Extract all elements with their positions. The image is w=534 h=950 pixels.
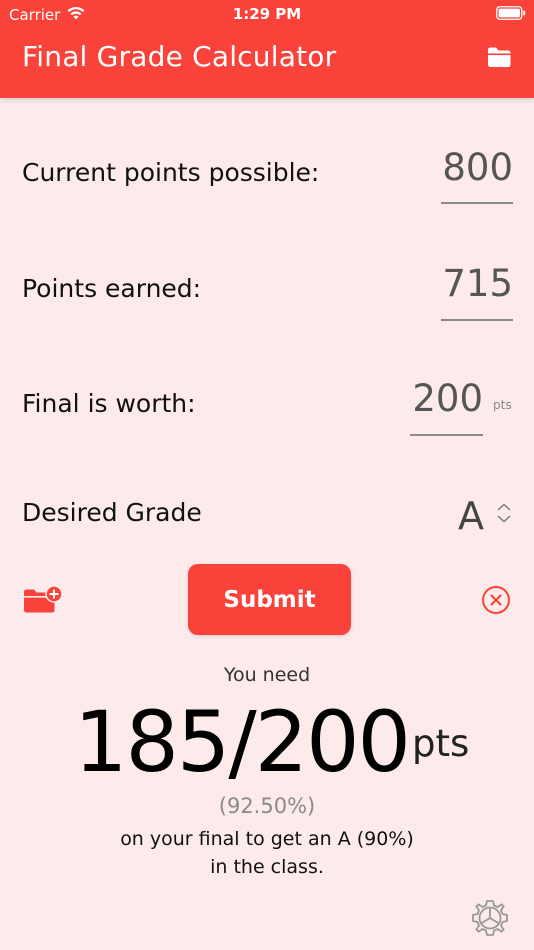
final-worth-unit: pts [493,398,512,412]
folder-plus-icon[interactable] [22,585,64,619]
points-earned-label: Points earned: [22,274,202,303]
result-score: 185/200 [74,693,411,791]
settings-gear-icon[interactable] [470,898,510,942]
final-worth-underline [410,434,483,436]
current-points-label: Current points possible: [22,158,320,187]
result-intro: You need [223,664,311,686]
page-title: Final Grade Calculator [22,40,337,73]
current-points-input[interactable]: 800 [442,146,513,189]
result-description: on your final to get an A (90%) in the c… [0,825,534,881]
final-worth-label: Final is worth: [22,389,196,418]
chevron-updown-icon[interactable] [496,502,512,528]
status-bar: Carrier 1:29 PM [0,0,534,30]
status-time: 1:29 PM [232,5,302,23]
folder-icon[interactable] [486,46,512,72]
result-line-1: on your final to get an A (90%) [120,828,414,850]
close-circle-icon[interactable] [481,585,511,619]
result-percent: (92.50%) [218,794,316,818]
app-header: Carrier 1:29 PM Final Grade Calculator [0,0,534,98]
points-earned-input[interactable]: 715 [442,262,513,305]
result-line-2: in the class. [210,856,324,878]
final-worth-input[interactable]: 200 [412,377,483,420]
submit-button[interactable]: Submit [188,564,351,635]
points-earned-underline [441,319,513,321]
current-points-underline [441,202,513,204]
result-unit: pts [412,722,470,765]
battery-icon [496,6,526,24]
desired-grade-label: Desired Grade [22,498,202,527]
desired-grade-select[interactable]: A [458,494,484,538]
